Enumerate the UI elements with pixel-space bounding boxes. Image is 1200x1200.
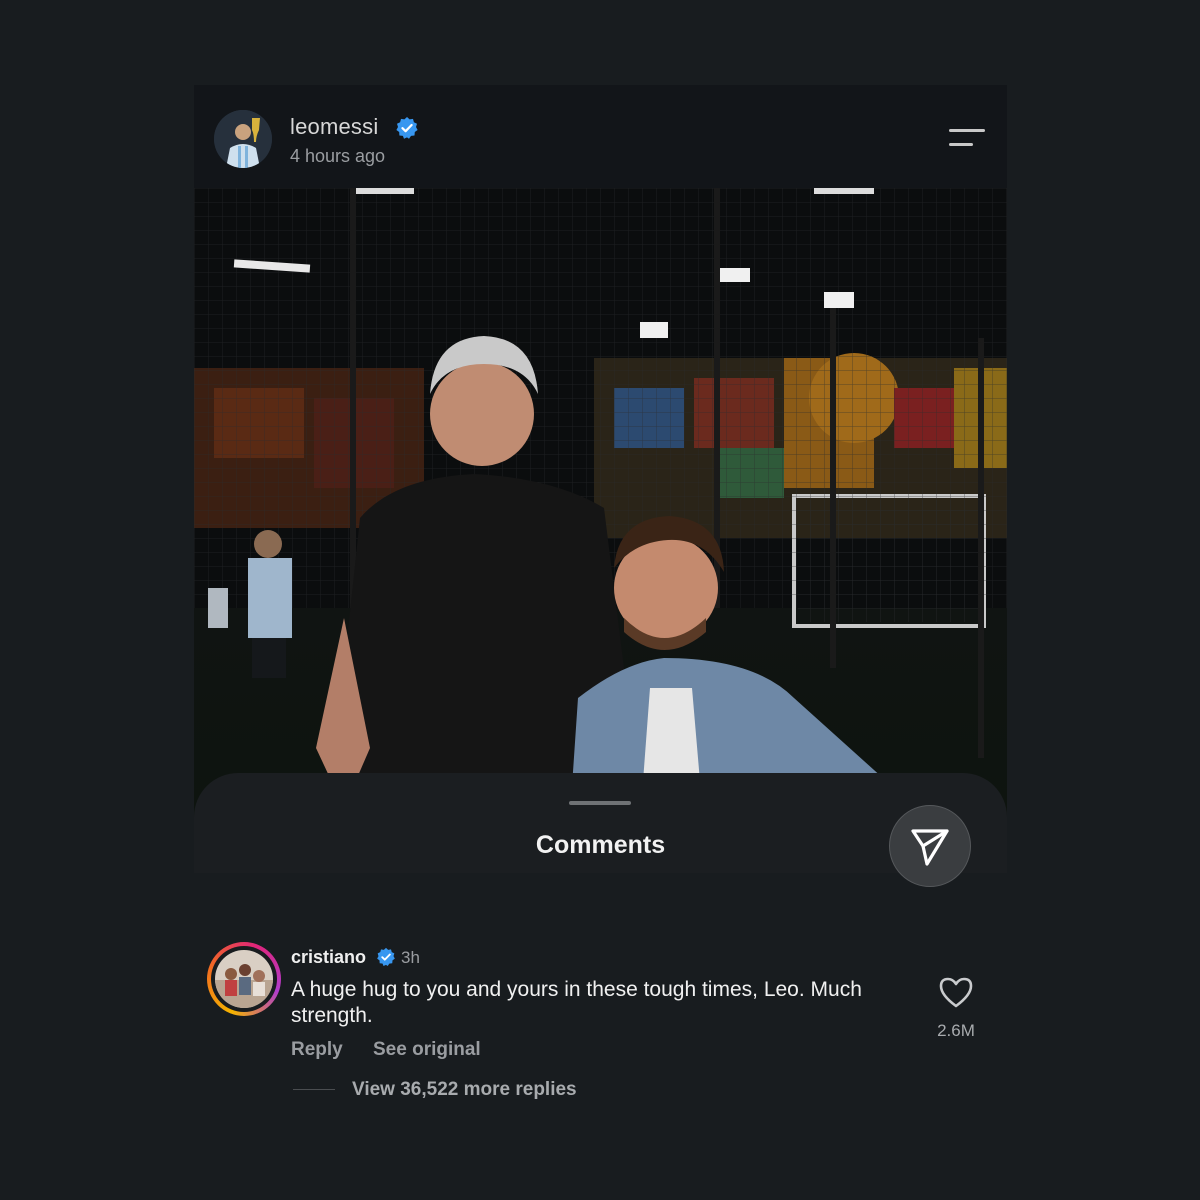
reply-button[interactable]: Reply bbox=[291, 1039, 343, 1061]
commenter-photo bbox=[215, 950, 273, 1008]
menu-line bbox=[949, 143, 973, 146]
post-username[interactable]: leomessi bbox=[290, 114, 378, 140]
verified-badge-icon bbox=[377, 947, 395, 966]
heart-icon[interactable] bbox=[938, 975, 974, 1009]
see-original-button[interactable]: See original bbox=[373, 1039, 481, 1061]
comment-text: A huge hug to you and yours in these tou… bbox=[291, 978, 862, 1027]
commenter-username[interactable]: cristiano bbox=[291, 947, 366, 968]
sheet-body bbox=[194, 873, 1007, 1200]
send-icon bbox=[911, 829, 949, 866]
post-photo[interactable] bbox=[194, 188, 1007, 875]
commenter-avatar[interactable] bbox=[207, 942, 281, 1016]
comment-time: 3h bbox=[401, 948, 420, 967]
post-card: leomessi 4 hours ago bbox=[194, 85, 1007, 875]
menu-icon[interactable] bbox=[945, 125, 985, 151]
like-count: 2.6M bbox=[937, 1021, 975, 1040]
post-time: 4 hours ago bbox=[290, 146, 386, 166]
drag-handle[interactable] bbox=[569, 801, 631, 805]
replies-divider bbox=[293, 1089, 335, 1090]
post-header: leomessi 4 hours ago bbox=[194, 85, 1007, 188]
send-button[interactable] bbox=[889, 805, 971, 887]
verified-badge-icon bbox=[396, 117, 418, 139]
menu-line bbox=[949, 129, 985, 132]
avatar-ring-gap bbox=[211, 946, 277, 1012]
profile-avatar[interactable] bbox=[214, 110, 272, 168]
comments-title: Comments bbox=[535, 831, 666, 859]
view-replies-link[interactable]: View 36,522 more replies bbox=[352, 1079, 577, 1101]
